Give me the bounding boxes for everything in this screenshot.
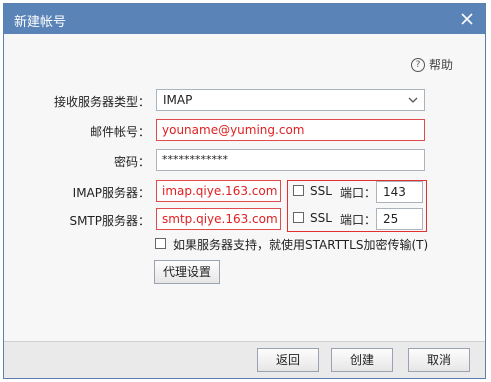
question-circle-icon: ? [410, 57, 425, 72]
server-type-value: IMAP [163, 93, 193, 107]
password-label: 密码： [113, 155, 150, 169]
imap-ssl-checkbox[interactable] [293, 185, 304, 196]
imap-server-input[interactable]: imap.qiye.163.com [156, 180, 281, 202]
server-type-select[interactable]: IMAP [156, 89, 425, 111]
password-input[interactable]: ************ [156, 149, 425, 171]
imap-port-label: 端口： [340, 186, 377, 200]
imap-ssl-label: SSL [310, 184, 332, 198]
smtp-ssl-label: SSL [310, 211, 332, 225]
back-button[interactable]: 返回 [257, 348, 319, 372]
dialog-titlebar: 新建帐号 [4, 4, 485, 34]
imap-server-label: IMAP服务器： [72, 186, 150, 200]
smtp-port-input[interactable]: 25 [376, 208, 423, 230]
smtp-port-label: 端口： [340, 213, 377, 227]
cancel-button[interactable]: 取消 [408, 348, 470, 372]
dialog-title: 新建帐号 [14, 15, 67, 30]
starttls-checkbox[interactable] [155, 238, 166, 249]
help-link[interactable]: ? 帮助 [410, 56, 453, 73]
server-type-label: 接收服务器类型： [53, 95, 150, 109]
create-button[interactable]: 创建 [331, 348, 393, 372]
account-label: 邮件帐号： [89, 125, 150, 139]
smtp-ssl-checkbox[interactable] [293, 212, 304, 223]
close-icon[interactable] [457, 9, 477, 29]
smtp-server-input[interactable]: smtp.qiye.163.com [156, 208, 281, 230]
starttls-label: 如果服务器支持，就使用STARTTLS加密传输(T) [173, 238, 429, 252]
proxy-settings-button[interactable]: 代理设置 [154, 260, 220, 284]
help-label: 帮助 [428, 58, 453, 72]
new-account-dialog: 新建帐号 ? 帮助 接收服务器类型： IMAP 邮件帐号： youname@yu… [3, 3, 486, 379]
dialog-footer: 返回 创建 取消 [4, 341, 485, 378]
chevron-down-icon [408, 90, 418, 110]
imap-port-input[interactable]: 143 [376, 181, 423, 203]
smtp-server-label: SMTP服务器： [69, 214, 150, 228]
account-input[interactable]: youname@yuming.com [156, 119, 425, 141]
